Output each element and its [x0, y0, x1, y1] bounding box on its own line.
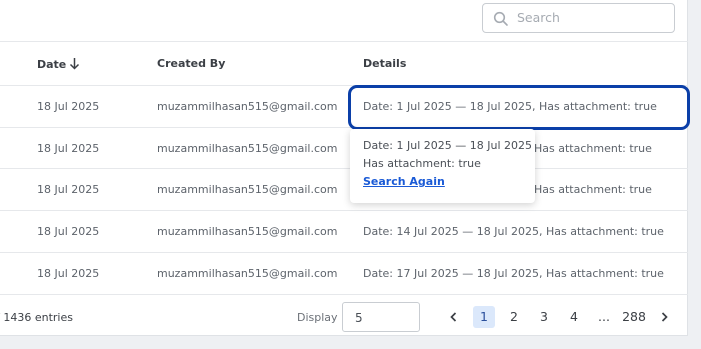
- row-date: 18 Jul 2025: [37, 225, 100, 238]
- row-details[interactable]: Has attachment: true: [534, 183, 652, 196]
- row-created-by: muzammilhasan515@gmail.com: [157, 142, 338, 155]
- row-details[interactable]: Date: 14 Jul 2025 — 18 Jul 2025, Has att…: [363, 225, 664, 238]
- next-page-button[interactable]: [656, 306, 672, 328]
- row-date: 18 Jul 2025: [37, 183, 100, 196]
- entries-count: f 1436 entries: [0, 311, 73, 324]
- row-date: 18 Jul 2025: [37, 142, 100, 155]
- row-divider: [0, 210, 688, 211]
- page-ellipsis: ...: [598, 309, 610, 324]
- tooltip-date-range: Date: 1 Jul 2025 — 18 Jul 2025: [363, 139, 533, 152]
- prev-page-button[interactable]: [446, 306, 462, 328]
- chevron-right-icon: [661, 312, 668, 322]
- page-button-1[interactable]: 1: [473, 306, 495, 328]
- row-divider: [0, 294, 688, 295]
- row-details[interactable]: Has attachment: true: [534, 142, 652, 155]
- search-again-link[interactable]: Search Again: [363, 175, 445, 188]
- details-tooltip: Date: 1 Jul 2025 — 18 Jul 2025 Has attac…: [350, 129, 535, 203]
- tooltip-attachment: Has attachment: true: [363, 157, 481, 170]
- row-created-by: muzammilhasan515@gmail.com: [157, 225, 338, 238]
- search-icon: [493, 11, 508, 26]
- row-date: 18 Jul 2025: [37, 100, 100, 113]
- row-divider: [0, 252, 688, 253]
- search-input[interactable]: Search: [482, 3, 675, 33]
- row-date: 18 Jul 2025: [37, 267, 100, 280]
- page-button-2[interactable]: 2: [505, 306, 523, 328]
- header-divider: [0, 41, 688, 42]
- focus-highlight-ring: [348, 85, 690, 130]
- display-label: Display: [297, 311, 338, 324]
- page-size-value: 5: [355, 311, 363, 325]
- page-button-3[interactable]: 3: [535, 306, 553, 328]
- column-header-details: Details: [363, 57, 407, 70]
- row-created-by: muzammilhasan515@gmail.com: [157, 267, 338, 280]
- chevron-left-icon: [450, 312, 457, 322]
- column-header-created-by: Created By: [157, 57, 226, 70]
- page-size-input[interactable]: 5: [342, 302, 420, 332]
- search-placeholder: Search: [517, 10, 560, 25]
- column-header-date[interactable]: Date: [37, 57, 80, 71]
- row-details[interactable]: Date: 17 Jul 2025 — 18 Jul 2025, Has att…: [363, 267, 664, 280]
- page-button-4[interactable]: 4: [565, 306, 583, 328]
- row-created-by: muzammilhasan515@gmail.com: [157, 100, 338, 113]
- row-created-by: muzammilhasan515@gmail.com: [157, 183, 338, 196]
- search-history-panel: Search Date Created By Details 18 Jul 20…: [0, 0, 688, 336]
- sort-down-arrow-icon: [70, 58, 80, 70]
- row-divider: [0, 168, 688, 169]
- page-button-288[interactable]: 288: [620, 306, 648, 328]
